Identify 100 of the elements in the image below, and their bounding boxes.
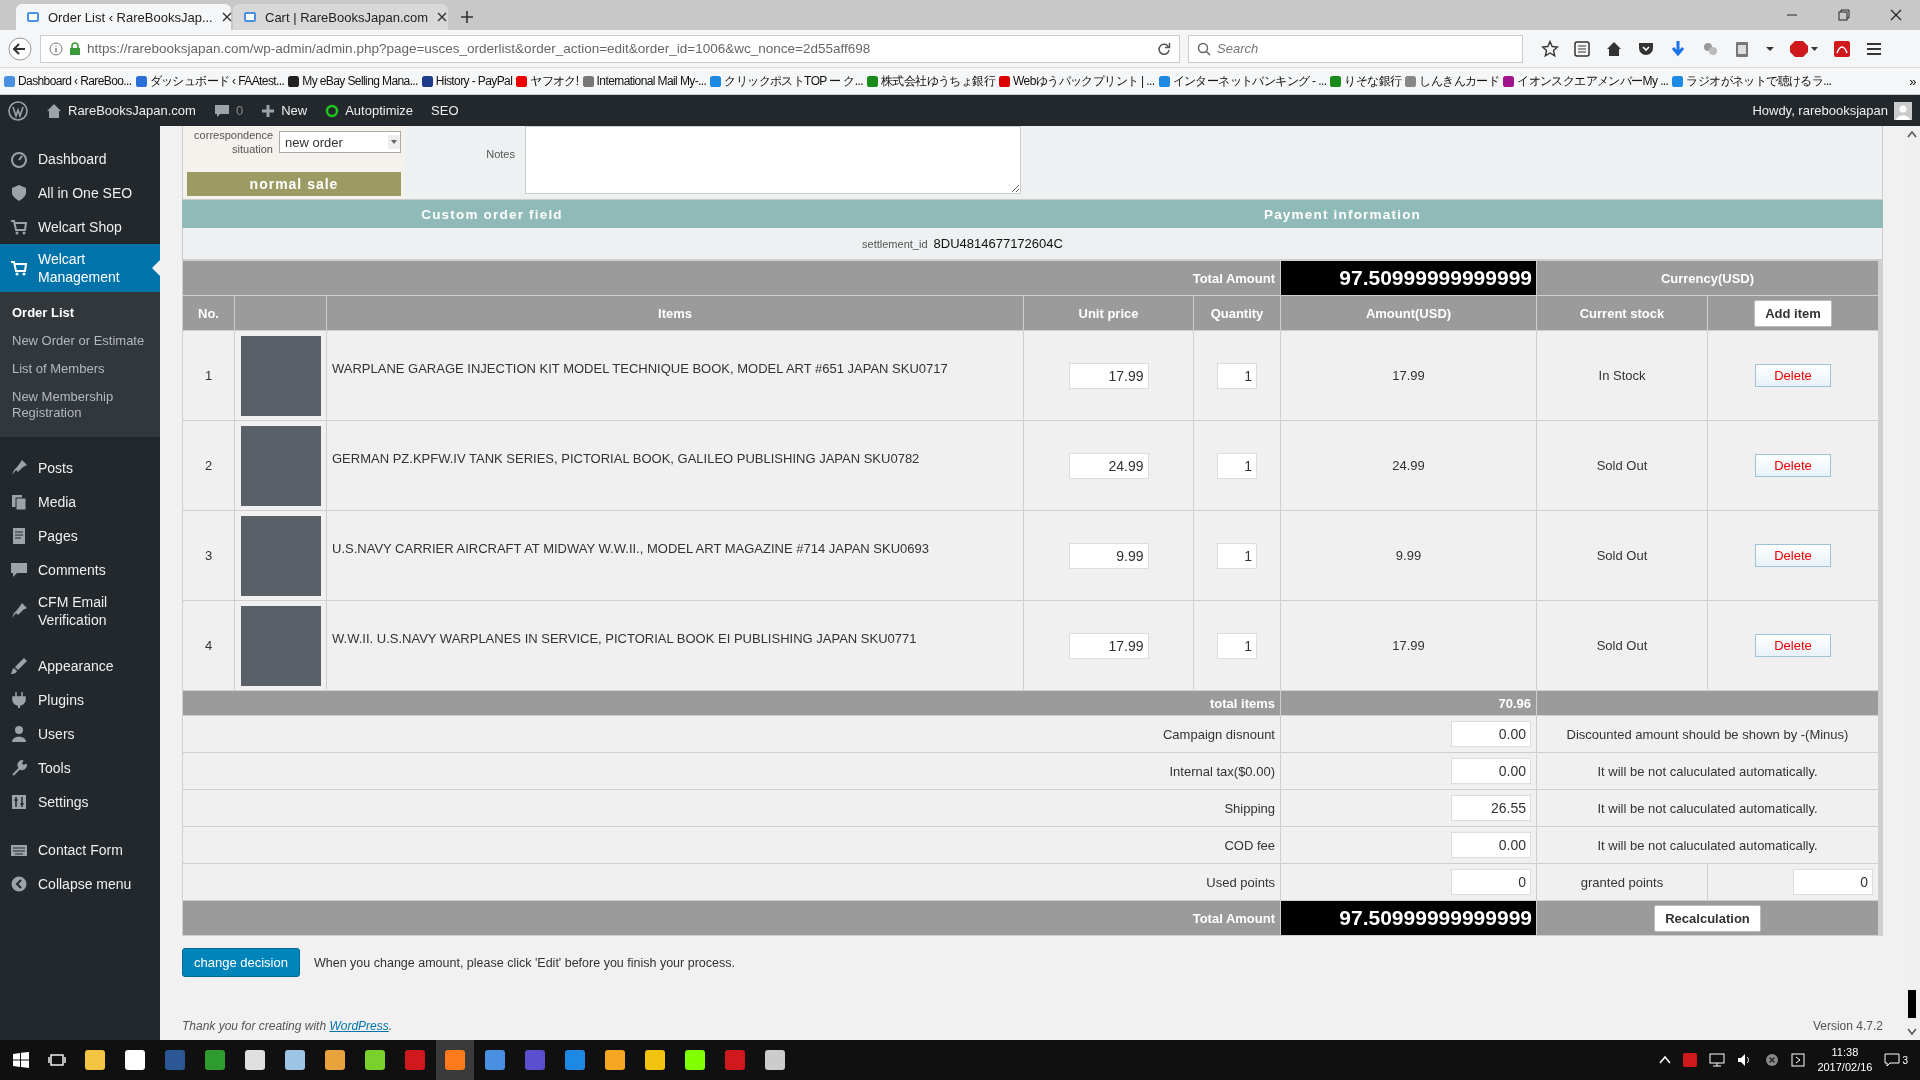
bookmark[interactable]: クリックポストTOP ー ク... <box>710 72 864 90</box>
download-icon[interactable] <box>1669 39 1687 58</box>
notifications-button[interactable]: 3 <box>1884 1052 1908 1068</box>
sidebar-item[interactable]: All in One SEO <box>0 176 160 210</box>
network-icon[interactable] <box>1709 1053 1726 1067</box>
delete-button[interactable]: Delete <box>1755 454 1831 477</box>
bookmark[interactable]: International Mail My-... <box>582 74 707 88</box>
back-icon[interactable] <box>8 36 32 61</box>
bookmark[interactable]: りそな銀行 <box>1330 72 1402 90</box>
quantity-input[interactable]: 1 <box>1217 542 1257 569</box>
reload-icon[interactable] <box>1157 41 1171 56</box>
sidebar-item[interactable]: Tools <box>0 751 160 785</box>
bookmark-icon <box>1330 75 1342 87</box>
comments-link[interactable]: 0 <box>213 102 244 119</box>
sidebar-item[interactable]: Media <box>0 485 160 519</box>
quantity-input[interactable]: 1 <box>1217 362 1257 389</box>
price-input[interactable]: 17.99 <box>1068 362 1149 389</box>
amount-input[interactable]: 26.55 <box>1451 795 1531 821</box>
close-icon[interactable] <box>220 11 233 23</box>
home-icon[interactable] <box>1605 39 1623 58</box>
price-input[interactable]: 24.99 <box>1068 452 1149 479</box>
change-decision-button[interactable]: change decision <box>182 948 300 977</box>
new-tab-icon[interactable] <box>460 10 474 24</box>
admin-bar-link[interactable]: Autoptimize <box>325 103 414 118</box>
browser-tab[interactable]: Cart | RareBooksJapan.com <box>233 4 448 30</box>
browser-tab[interactable]: Order List ‹ RareBooksJap... <box>16 4 231 30</box>
amount-input[interactable]: 0.00 <box>1451 721 1531 747</box>
bookmark[interactable]: My eBay Selling Mana... <box>288 74 418 88</box>
avatar-icon <box>1894 101 1912 120</box>
new-content-link[interactable]: New <box>261 103 308 118</box>
sidebar-item[interactable]: Pages <box>0 519 160 553</box>
amount-input[interactable]: 0.00 <box>1451 758 1531 784</box>
bookmark[interactable]: Webゆうパックプリント | ... <box>999 72 1155 90</box>
submenu-item[interactable]: Order List <box>0 299 160 327</box>
search-icon <box>1197 41 1211 56</box>
sidebar-item[interactable]: Comments <box>0 553 160 587</box>
hint-text: It will be not caluculated automatically. <box>1537 753 1878 789</box>
address-bar[interactable]: https://rarebooksjapan.com/wp-admin/admin.php?page=usces_orderlist&order_action=edit&order_id=1006&wc_nonce=2d55aff698 <box>40 34 1180 63</box>
sidebar-item[interactable]: Welcart Management <box>0 244 160 292</box>
sidebar-item[interactable]: Posts <box>0 451 160 485</box>
bookmark[interactable]: イオンスクエアメンバーMy ... <box>1503 72 1669 90</box>
delete-button[interactable]: Delete <box>1755 544 1831 567</box>
search-field[interactable]: Search <box>1188 34 1523 63</box>
sidebar-item[interactable]: Welcart Shop <box>0 210 160 244</box>
notice-text: When you change amount, please click 'Edit' before you finish your process. <box>313 955 735 970</box>
price-input[interactable]: 17.99 <box>1068 632 1149 659</box>
sidebar-item[interactable]: Settings <box>0 785 160 819</box>
clock[interactable]: 11:38 2017/02/16 <box>1817 1045 1873 1075</box>
pdf-icon[interactable] <box>1833 39 1851 58</box>
sidebar-item[interactable]: Users <box>0 717 160 751</box>
close-icon[interactable] <box>436 11 449 23</box>
wordpress-logo-icon[interactable] <box>8 100 28 121</box>
amount-input[interactable]: 0.00 <box>1451 832 1531 858</box>
sidebar-item[interactable]: Plugins <box>0 683 160 717</box>
add-item-button[interactable]: Add item <box>1754 299 1832 327</box>
quantity-input[interactable]: 1 <box>1217 632 1257 659</box>
scroll-thumb[interactable] <box>1907 990 1916 1018</box>
account-menu[interactable]: Howdy, rarebooksjapan <box>1752 101 1912 120</box>
section-title: Custom order field <box>420 206 564 222</box>
price-input[interactable]: 9.99 <box>1068 542 1149 569</box>
status-dropdown[interactable]: new order <box>279 131 401 153</box>
wordpress-link[interactable]: WordPress <box>329 1019 389 1033</box>
input-indicator-icon[interactable] <box>1791 1053 1806 1067</box>
sidebar-item[interactable]: Appearance <box>0 649 160 683</box>
sidebar-item[interactable]: Collapse menu <box>0 867 160 901</box>
plus-icon <box>261 103 276 118</box>
clipboard-icon[interactable] <box>1733 39 1751 58</box>
circle-x-icon[interactable] <box>1765 1053 1780 1067</box>
delete-button[interactable]: Delete <box>1755 364 1831 387</box>
pdf-icon[interactable] <box>1683 1053 1698 1067</box>
close-icon[interactable] <box>1890 9 1902 21</box>
more-bookmarks[interactable]: » <box>1909 73 1916 89</box>
admin-bar-link[interactable]: SEO <box>431 103 459 118</box>
quantity-input[interactable]: 1 <box>1217 452 1257 479</box>
bookmark[interactable]: インターネットバンキング - ... <box>1158 72 1327 90</box>
points-input[interactable]: 0 <box>1451 869 1531 895</box>
submenu-item[interactable]: New Membership Registration <box>0 383 160 427</box>
restore-icon[interactable] <box>1838 9 1850 21</box>
reading-list-icon[interactable] <box>1573 39 1591 58</box>
bookmark[interactable]: ヤフオク! <box>516 72 579 90</box>
points-input[interactable]: 0 <box>1793 869 1873 895</box>
order-type-banner: normal sale <box>187 172 401 196</box>
submenu-item[interactable]: New Order or Estimate <box>0 327 160 355</box>
sidebar-item[interactable]: Dashboard <box>0 142 160 176</box>
delete-button[interactable]: Delete <box>1755 634 1831 657</box>
sidebar-item[interactable]: CFM Email Verification <box>0 587 160 635</box>
bookmark[interactable]: ラジオがネットで聴けるラ... <box>1672 72 1832 90</box>
item-title: WARPLANE GARAGE INJECTION KIT MODEL TECHNIQUE BOOK, MODEL ART #651 JAPAN SKU0717 <box>327 331 1023 420</box>
bookmark[interactable]: 株式会社ゆうちょ銀行 <box>867 72 996 90</box>
bookmark[interactable]: しんきんカード <box>1405 72 1500 90</box>
bookmark[interactable]: History - PayPal <box>421 74 513 88</box>
site-name-link[interactable]: RareBooksJapan.com <box>46 102 196 119</box>
sidebar-item[interactable]: Contact Form <box>0 833 160 867</box>
adblock-icon[interactable] <box>1789 39 1819 58</box>
bookmark[interactable]: ダッシュボード ‹ FAAtest... <box>135 72 285 90</box>
star-icon[interactable] <box>1541 39 1559 58</box>
recalculation-button[interactable]: Recalculation <box>1654 904 1761 932</box>
submenu-item[interactable]: List of Members <box>0 355 160 383</box>
chevron-up-icon[interactable] <box>1659 1055 1672 1065</box>
bookmark[interactable]: Dashboard ‹ RareBoo... <box>4 74 132 88</box>
